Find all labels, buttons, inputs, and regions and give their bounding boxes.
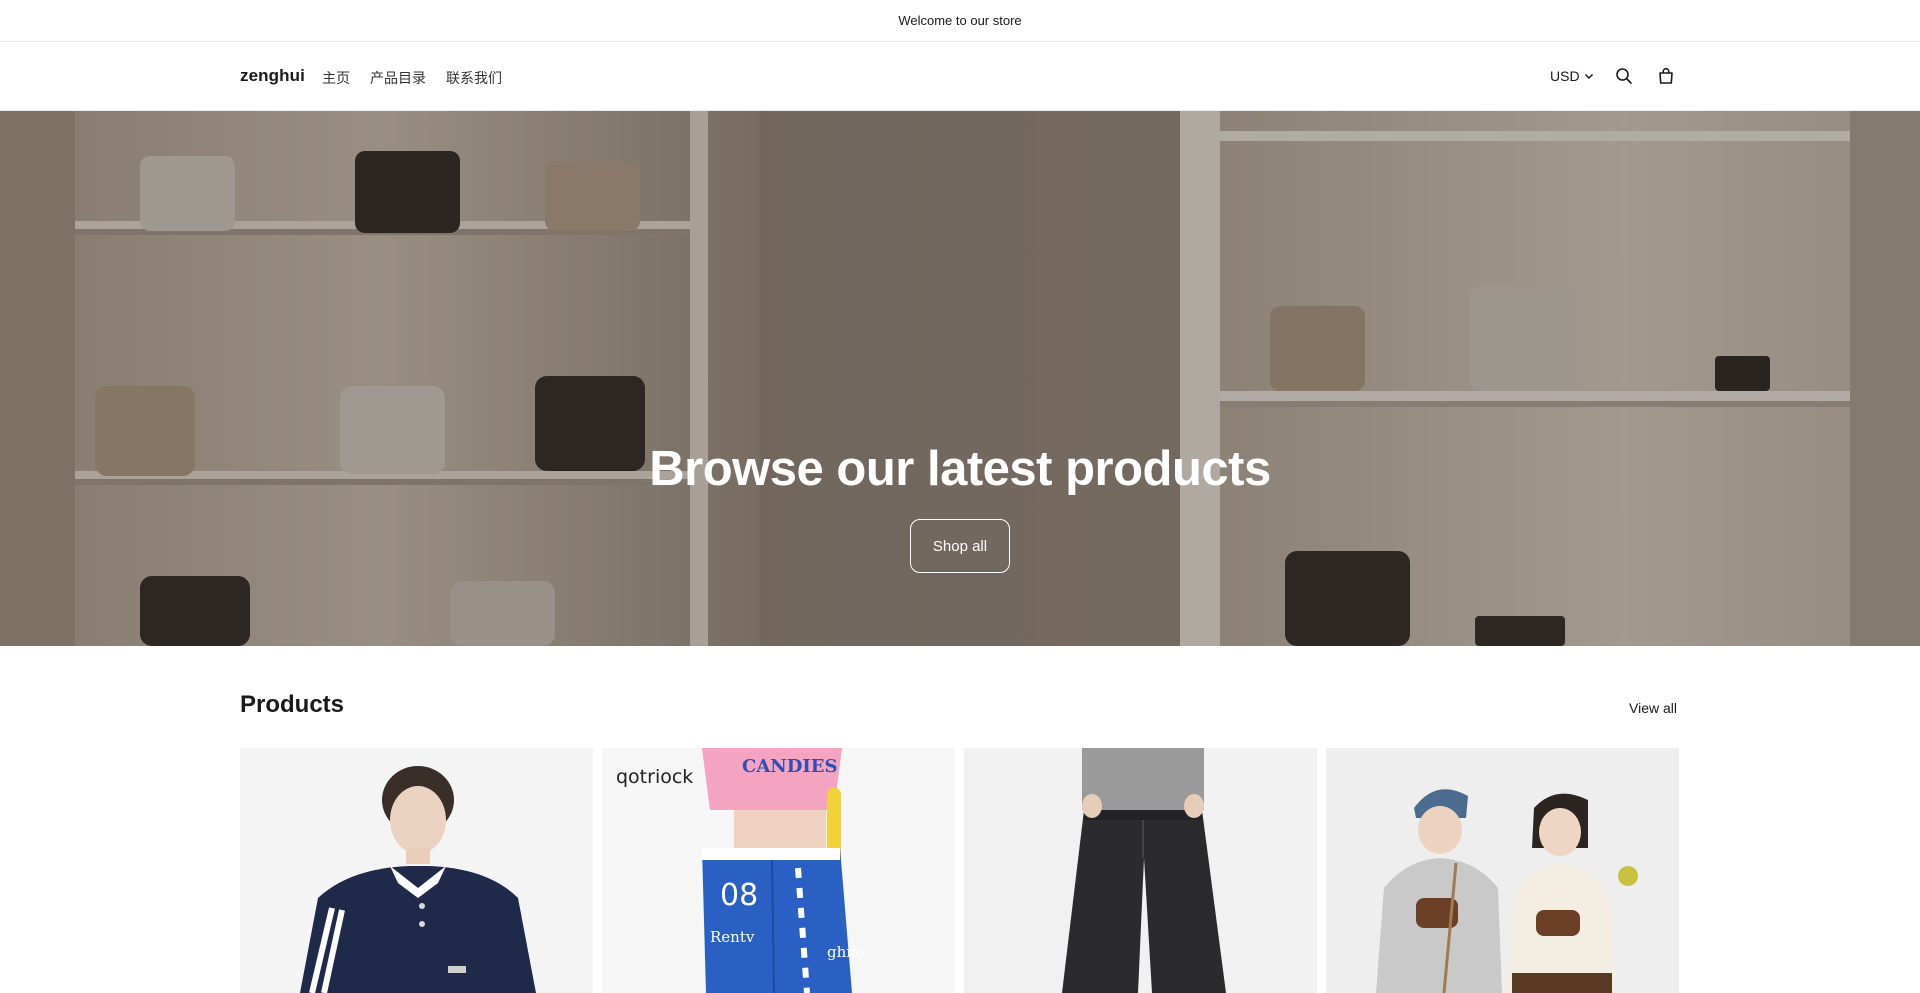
product-card[interactable]: qotriock CANDIES 08 Rentv ghno xyxy=(602,748,955,993)
cart-button[interactable] xyxy=(1656,66,1676,86)
view-all-link[interactable]: View all xyxy=(1629,700,1677,716)
product-image xyxy=(240,748,593,993)
product-card[interactable] xyxy=(1326,748,1679,993)
product-card[interactable] xyxy=(964,748,1317,993)
hero-title: Browse our latest products xyxy=(649,442,1271,496)
product-image xyxy=(1326,748,1679,993)
main-nav: 主页 产品目录 联系我们 xyxy=(322,68,502,88)
product-brand-mark: qotriock xyxy=(616,766,694,788)
product-shirt-print: CANDIES xyxy=(742,756,838,777)
chevron-down-icon xyxy=(1584,73,1593,80)
search-button[interactable] xyxy=(1614,66,1634,86)
product-image xyxy=(964,748,1317,993)
shop-all-button[interactable]: Shop all xyxy=(910,519,1010,573)
currency-label: USD xyxy=(1550,68,1580,84)
site-header: zenghui 主页 产品目录 联系我们 USD xyxy=(0,42,1920,111)
announcement-bar: Welcome to our store xyxy=(0,0,1920,42)
nav-link-contact[interactable]: 联系我们 xyxy=(446,68,502,88)
search-icon xyxy=(1616,68,1632,84)
hero-banner: Browse our latest products Shop all xyxy=(0,111,1920,646)
announcement-text: Welcome to our store xyxy=(898,13,1022,28)
nav-link-home[interactable]: 主页 xyxy=(322,68,350,88)
currency-selector[interactable]: USD xyxy=(1550,68,1594,84)
nav-link-catalog[interactable]: 产品目录 xyxy=(370,68,426,88)
product-pants-print: 08 xyxy=(720,878,759,913)
cart-icon xyxy=(1659,67,1673,84)
product-card[interactable] xyxy=(240,748,593,993)
products-heading: Products xyxy=(240,691,345,718)
brand-logo[interactable]: zenghui xyxy=(240,66,305,86)
product-pants-print: ghno xyxy=(827,943,865,961)
product-pants-print: Rentv xyxy=(710,928,755,946)
